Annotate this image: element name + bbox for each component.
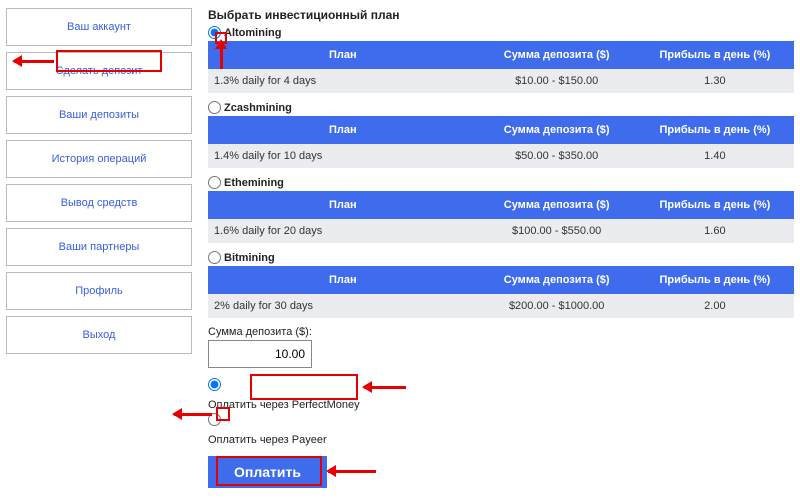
- plan-radio[interactable]: [208, 176, 221, 189]
- plan-radio[interactable]: [208, 26, 221, 39]
- plan-table: План Сумма депозита ($) Прибыль в день (…: [208, 41, 794, 93]
- plan-radio[interactable]: [208, 101, 221, 114]
- plan-desc: 1.4% daily for 10 days: [208, 144, 478, 168]
- plan-block: Zcashmining План Сумма депозита ($) Приб…: [208, 101, 794, 168]
- col-sum: Сумма депозита ($): [478, 266, 636, 294]
- table-row: 1.3% daily for 4 days $10.00 - $150.00 1…: [208, 69, 794, 93]
- nav-label: Вывод средств: [61, 197, 138, 209]
- plan-range: $10.00 - $150.00: [478, 69, 636, 93]
- amount-input[interactable]: [208, 340, 312, 368]
- col-profit: Прибыль в день (%): [636, 116, 794, 144]
- plan-table: План Сумма депозита ($) Прибыль в день (…: [208, 266, 794, 318]
- col-profit: Прибыль в день (%): [636, 191, 794, 219]
- pay-method-row[interactable]: Оплатить через Payeer: [208, 413, 794, 448]
- page-title: Выбрать инвестиционный план: [208, 8, 794, 22]
- plan-range: $200.00 - $1000.00: [478, 294, 636, 318]
- nav-deposits[interactable]: Ваши депозиты: [6, 96, 192, 134]
- pay-method-label: Оплатить через PerfectMoney: [208, 399, 360, 411]
- col-plan: План: [208, 41, 478, 69]
- col-profit: Прибыль в день (%): [636, 41, 794, 69]
- col-sum: Сумма депозита ($): [478, 191, 636, 219]
- pay-method-radio[interactable]: [208, 378, 221, 391]
- nav-label: Сделать депозит: [56, 65, 143, 77]
- table-row: 2% daily for 30 days $200.00 - $1000.00 …: [208, 294, 794, 318]
- plan-block: Bitmining План Сумма депозита ($) Прибыл…: [208, 251, 794, 318]
- plan-profit: 2.00: [636, 294, 794, 318]
- col-plan: План: [208, 266, 478, 294]
- plan-radio-row[interactable]: Zcashmining: [208, 101, 794, 114]
- plan-profit: 1.40: [636, 144, 794, 168]
- plan-table: План Сумма депозита ($) Прибыль в день (…: [208, 116, 794, 168]
- nav-account[interactable]: Ваш аккаунт: [6, 8, 192, 46]
- plan-name: Altomining: [224, 27, 281, 39]
- main-content: Выбрать инвестиционный план Altomining П…: [208, 8, 794, 488]
- plan-range: $100.00 - $550.00: [478, 219, 636, 243]
- pay-method-label: Оплатить через Payeer: [208, 434, 327, 446]
- plan-name: Zcashmining: [224, 102, 292, 114]
- col-sum: Сумма депозита ($): [478, 41, 636, 69]
- plan-desc: 2% daily for 30 days: [208, 294, 478, 318]
- plan-radio[interactable]: [208, 251, 221, 264]
- plan-desc: 1.6% daily for 20 days: [208, 219, 478, 243]
- plan-radio-row[interactable]: Ethemining: [208, 176, 794, 189]
- plan-block: Altomining План Сумма депозита ($) Прибы…: [208, 26, 794, 93]
- plan-desc: 1.3% daily for 4 days: [208, 69, 478, 93]
- nav-label: Выход: [83, 329, 116, 341]
- plan-radio-row[interactable]: Bitmining: [208, 251, 794, 264]
- plan-profit: 1.30: [636, 69, 794, 93]
- pay-button-label: Оплатить: [234, 464, 301, 480]
- plan-radio-row[interactable]: Altomining: [208, 26, 794, 39]
- plan-name: Bitmining: [224, 252, 275, 264]
- plan-profit: 1.60: [636, 219, 794, 243]
- pay-methods: Оплатить через PerfectMoney Оплатить чер…: [208, 378, 794, 448]
- pay-method-radio[interactable]: [208, 413, 221, 426]
- col-plan: План: [208, 116, 478, 144]
- nav-history[interactable]: История операций: [6, 140, 192, 178]
- nav-label: Ваши депозиты: [59, 109, 139, 121]
- sidebar: Ваш аккаунт Сделать депозит Ваши депозит…: [6, 8, 192, 488]
- table-row: 1.4% daily for 10 days $50.00 - $350.00 …: [208, 144, 794, 168]
- nav-withdraw[interactable]: Вывод средств: [6, 184, 192, 222]
- nav-label: Ваши партнеры: [59, 241, 140, 253]
- nav-label: Профиль: [75, 285, 123, 297]
- plan-block: Ethemining План Сумма депозита ($) Прибы…: [208, 176, 794, 243]
- plan-table: План Сумма депозита ($) Прибыль в день (…: [208, 191, 794, 243]
- nav-deposit[interactable]: Сделать депозит: [6, 52, 192, 90]
- plan-name: Ethemining: [224, 177, 284, 189]
- nav-logout[interactable]: Выход: [6, 316, 192, 354]
- nav-partners[interactable]: Ваши партнеры: [6, 228, 192, 266]
- amount-label: Сумма депозита ($):: [208, 326, 794, 338]
- col-plan: План: [208, 191, 478, 219]
- col-sum: Сумма депозита ($): [478, 116, 636, 144]
- plan-range: $50.00 - $350.00: [478, 144, 636, 168]
- nav-label: Ваш аккаунт: [67, 21, 131, 33]
- pay-method-row[interactable]: Оплатить через PerfectMoney: [208, 378, 794, 413]
- pay-button[interactable]: Оплатить: [208, 456, 327, 488]
- col-profit: Прибыль в день (%): [636, 266, 794, 294]
- nav-profile[interactable]: Профиль: [6, 272, 192, 310]
- nav-label: История операций: [52, 153, 147, 165]
- table-row: 1.6% daily for 20 days $100.00 - $550.00…: [208, 219, 794, 243]
